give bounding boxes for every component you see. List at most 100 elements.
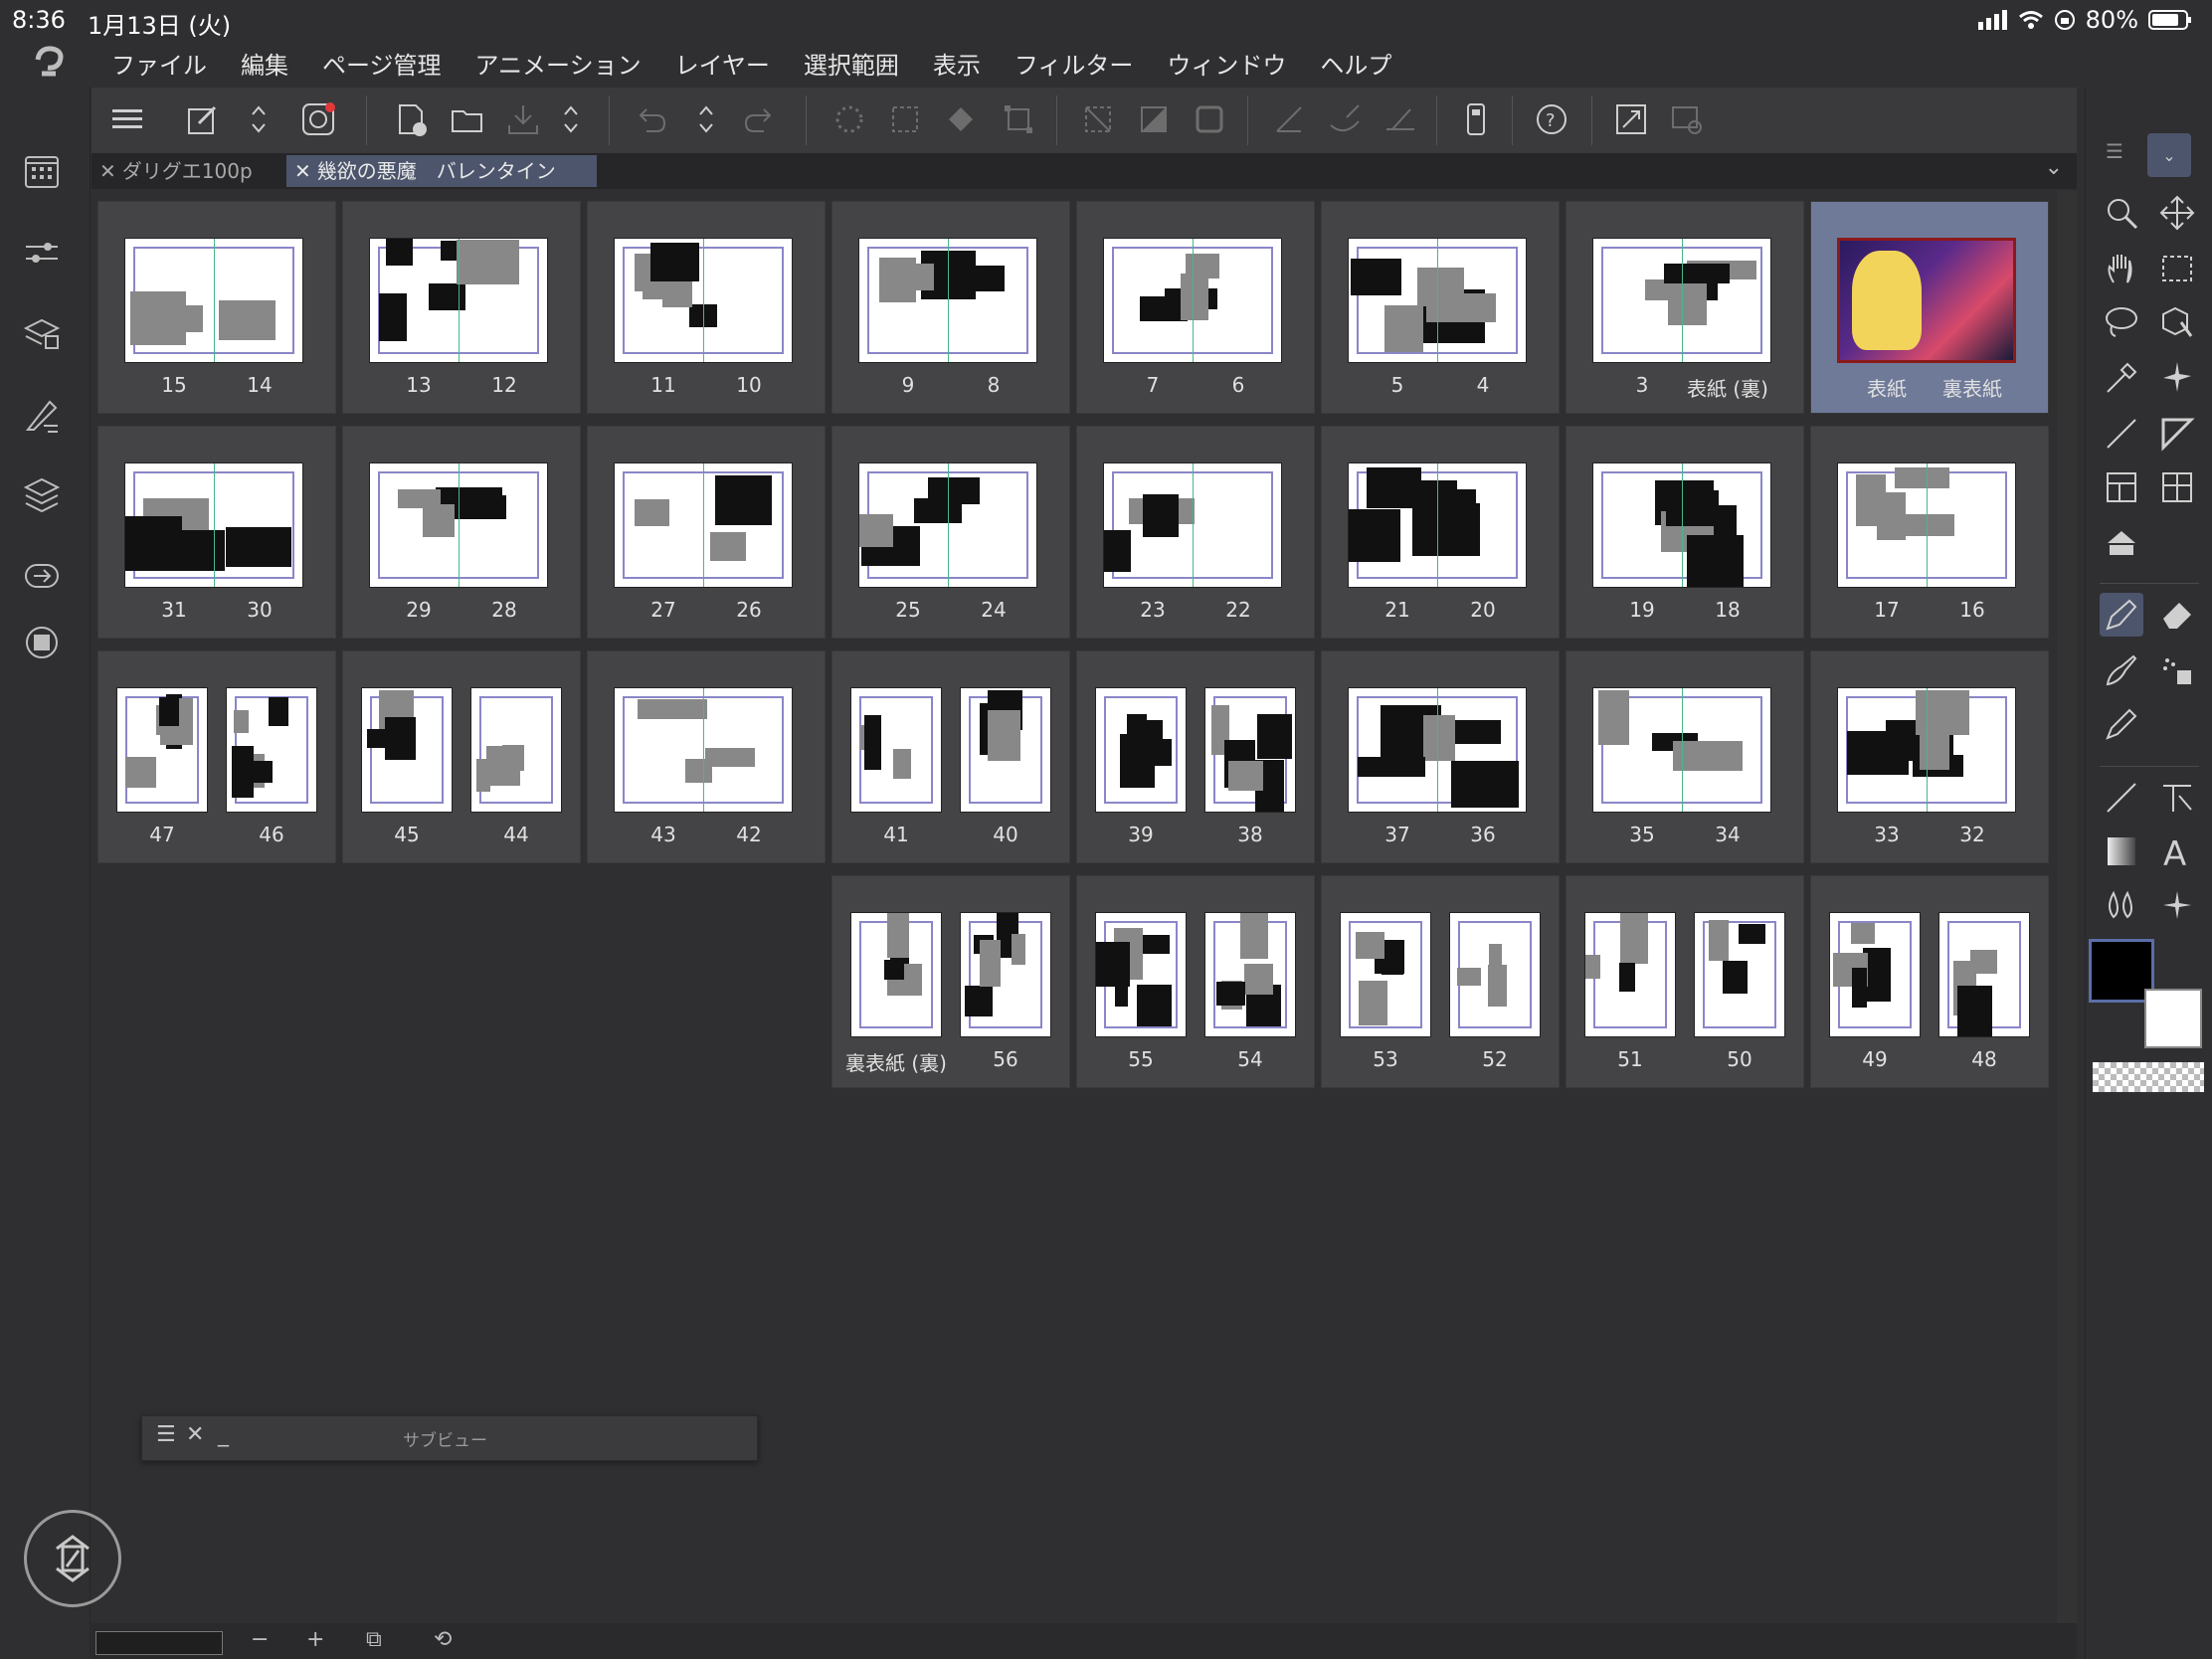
page-thumbnail[interactable]: 51 50 bbox=[1566, 875, 1804, 1088]
menu-edit[interactable]: 編集 bbox=[241, 46, 288, 81]
page-thumbnail[interactable]: 15 14 bbox=[97, 201, 336, 414]
brush-tool-icon[interactable] bbox=[2100, 648, 2143, 692]
page-thumbnail[interactable]: 19 18 bbox=[1566, 426, 1804, 639]
fit-view-icon[interactable]: ⧉ bbox=[366, 1627, 382, 1652]
page-thumbnail[interactable]: 49 48 bbox=[1810, 875, 2049, 1088]
airbrush-tool-icon[interactable] bbox=[2155, 648, 2199, 692]
close-tab-icon[interactable]: ✕ bbox=[294, 159, 311, 183]
frame-border-icon[interactable] bbox=[2155, 412, 2199, 456]
curve-ruler-icon[interactable] bbox=[1323, 97, 1367, 141]
page-thumbnail[interactable]: 35 34 bbox=[1566, 650, 1804, 863]
subview-close-button[interactable]: ✕ bbox=[186, 1422, 204, 1447]
help-icon[interactable]: ? bbox=[1530, 97, 1573, 141]
undo-icon[interactable] bbox=[629, 97, 672, 141]
zoom-in-button[interactable]: + bbox=[306, 1627, 324, 1652]
page-thumbnail[interactable]: 33 32 bbox=[1810, 650, 2049, 863]
panel-menu-icon[interactable]: ☰ bbox=[2106, 139, 2123, 163]
perspective-ruler-icon[interactable] bbox=[1379, 97, 1422, 141]
layer-icon[interactable] bbox=[22, 473, 66, 517]
menu-view[interactable]: 表示 bbox=[933, 46, 981, 81]
add-page-icon[interactable] bbox=[390, 97, 434, 141]
menu-file[interactable]: ファイル bbox=[111, 46, 207, 81]
scroll-updown-icon[interactable] bbox=[237, 97, 280, 141]
auto-select-icon[interactable] bbox=[2155, 356, 2199, 400]
page-thumbnail[interactable]: 55 54 bbox=[1076, 875, 1315, 1088]
tab-document-2[interactable]: ✕ 幾欲の悪魔 バレンタイン bbox=[286, 155, 597, 187]
page-thumbnail[interactable]: 54 bbox=[1321, 201, 1560, 414]
sub-color-swatch[interactable] bbox=[2144, 989, 2202, 1048]
zoom-slider[interactable] bbox=[95, 1631, 223, 1655]
app-logo-icon[interactable] bbox=[30, 44, 70, 84]
menu-help[interactable]: ヘルプ bbox=[1320, 46, 1391, 81]
ruler-icon[interactable] bbox=[1267, 97, 1311, 141]
page-manager-icon[interactable] bbox=[22, 151, 66, 195]
page-thumbnail[interactable]: 76 bbox=[1076, 201, 1315, 414]
subview-menu-icon[interactable]: ☰ bbox=[156, 1422, 176, 1447]
zoom-out-button[interactable]: − bbox=[251, 1627, 269, 1652]
menu-filter[interactable]: フィルター bbox=[1014, 46, 1134, 81]
pencil-tool-icon[interactable] bbox=[2100, 702, 2143, 746]
page-thumbnail[interactable]: 裏表紙 (裏) 56 bbox=[831, 875, 1070, 1088]
subview-panel[interactable]: ☰ ✕ _ サブビュー bbox=[141, 1415, 758, 1461]
hamburger-menu-icon[interactable] bbox=[105, 97, 149, 141]
menu-window[interactable]: ウィンドウ bbox=[1167, 46, 1286, 81]
move-tool-icon[interactable] bbox=[2155, 191, 2199, 235]
hand-tool-icon[interactable] bbox=[2100, 247, 2143, 290]
page-thumbnail[interactable]: 98 bbox=[831, 201, 1070, 414]
tabs-dropdown-icon[interactable]: ⌄ bbox=[2045, 155, 2063, 180]
rotate-view-icon[interactable]: ⟲ bbox=[434, 1627, 452, 1652]
page-thumbnail[interactable]: 17 16 bbox=[1810, 426, 2049, 639]
navigator-icon[interactable] bbox=[22, 555, 66, 599]
redo-icon[interactable] bbox=[738, 97, 782, 141]
close-tab-icon[interactable]: ✕ bbox=[99, 159, 116, 183]
fill-bucket-icon[interactable] bbox=[2100, 521, 2143, 565]
new-canvas-icon[interactable] bbox=[181, 97, 225, 141]
blend-tool-icon[interactable] bbox=[2100, 883, 2143, 927]
zoom-tool-icon[interactable] bbox=[2100, 191, 2143, 235]
object-tool-icon[interactable] bbox=[2155, 300, 2199, 344]
history-updown-icon[interactable] bbox=[684, 97, 728, 141]
menu-animation[interactable]: アニメーション bbox=[475, 46, 642, 81]
record-icon[interactable] bbox=[296, 97, 340, 141]
subview-icon[interactable] bbox=[22, 623, 66, 666]
fill-icon[interactable] bbox=[939, 97, 983, 141]
panel-grid-icon[interactable] bbox=[2155, 465, 2199, 509]
page-thumbnail[interactable]: 37 36 bbox=[1321, 650, 1560, 863]
deselect-icon[interactable] bbox=[1076, 97, 1120, 141]
page-thumbnail[interactable]: 31 30 bbox=[97, 426, 336, 639]
scroll-updown-icon-2[interactable] bbox=[549, 97, 593, 141]
tool-property-icon[interactable] bbox=[22, 233, 66, 276]
page-thumbnail[interactable]: 47 46 bbox=[97, 650, 336, 863]
loading-icon[interactable] bbox=[828, 97, 871, 141]
transparent-color-swatch[interactable] bbox=[2093, 1062, 2204, 1092]
page-thumbnail[interactable]: 53 52 bbox=[1321, 875, 1560, 1088]
page-thumbnail[interactable]: 13 12 bbox=[342, 201, 581, 414]
panel-layout-icon[interactable] bbox=[2100, 465, 2143, 509]
page-thumbnail[interactable]: 11 10 bbox=[587, 201, 826, 414]
rotate-canvas-button[interactable] bbox=[24, 1510, 121, 1607]
page-thumbnail[interactable]: 39 38 bbox=[1076, 650, 1315, 863]
device-icon[interactable] bbox=[1454, 97, 1498, 141]
page-thumbnail[interactable]: 3 表紙 (裏) bbox=[1566, 201, 1804, 414]
pen-tool-icon[interactable] bbox=[2100, 593, 2143, 637]
gradient-tool-icon[interactable] bbox=[2100, 830, 2143, 873]
share-icon[interactable] bbox=[1665, 97, 1709, 141]
page-thumbnail[interactable]: 23 22 bbox=[1076, 426, 1315, 639]
select-all-icon[interactable] bbox=[883, 97, 927, 141]
menu-layer[interactable]: レイヤー bbox=[675, 46, 770, 81]
menu-page-management[interactable]: ページ管理 bbox=[322, 46, 442, 81]
open-folder-icon[interactable] bbox=[446, 97, 489, 141]
page-thumbnail[interactable]: 43 42 bbox=[587, 650, 826, 863]
balloon-tool-icon[interactable] bbox=[2155, 776, 2199, 820]
tool-dropdown-icon[interactable]: ⌄ bbox=[2147, 133, 2191, 177]
page-thumbnail[interactable]: 45 44 bbox=[342, 650, 581, 863]
vertical-scrollbar[interactable] bbox=[2057, 191, 2077, 1623]
page-thumbnail[interactable]: 表紙 裏表紙 bbox=[1810, 201, 2049, 414]
selection-border-icon[interactable] bbox=[1188, 97, 1231, 141]
page-thumbnail[interactable]: 29 28 bbox=[342, 426, 581, 639]
page-thumbnail[interactable]: 27 26 bbox=[587, 426, 826, 639]
expand-window-icon[interactable] bbox=[1609, 97, 1653, 141]
straight-line-icon[interactable] bbox=[2100, 776, 2143, 820]
rect-select-icon[interactable] bbox=[2155, 247, 2199, 290]
save-icon[interactable] bbox=[501, 97, 545, 141]
